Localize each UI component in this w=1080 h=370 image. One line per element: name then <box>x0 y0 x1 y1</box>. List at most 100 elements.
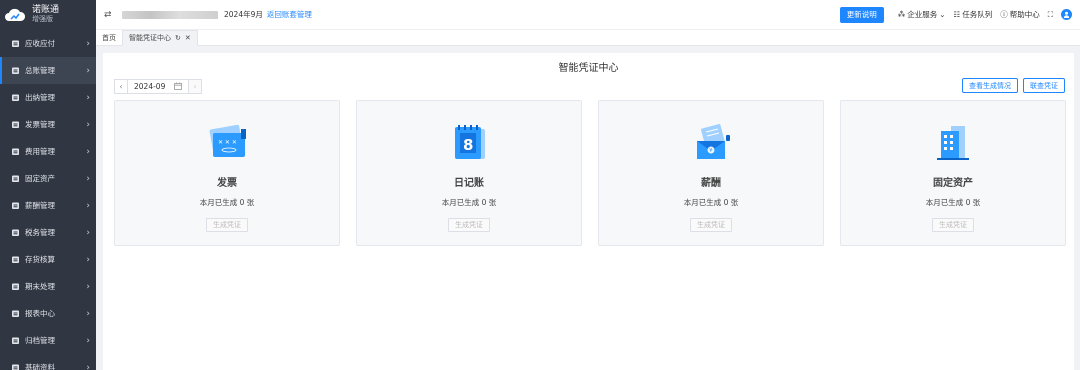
basic-data-icon <box>10 363 20 370</box>
view-generation-status-button[interactable]: 查看生成情况 <box>962 78 1018 93</box>
tab-smart-voucher-center[interactable]: 智能凭证中心 ↻ ✕ <box>122 29 198 46</box>
update-notes-button[interactable]: 更新说明 <box>839 6 884 23</box>
sidebar-item-label: 归档管理 <box>25 336 55 345</box>
swap-icon[interactable]: ⇄ <box>104 10 114 20</box>
sidebar-item[interactable]: 出纳管理 › <box>0 84 96 111</box>
chevron-right-icon: › <box>86 281 90 292</box>
svg-text:8: 8 <box>463 136 473 154</box>
task-queue-label: 任务队列 <box>962 10 993 19</box>
card-title: 日记账 <box>454 178 484 189</box>
sidebar-item[interactable]: 归档管理 › <box>0 327 96 354</box>
card-title: 发票 <box>217 178 237 189</box>
chevron-right-icon: › <box>86 227 90 238</box>
sidebar-item-label: 应收应付 <box>25 39 55 48</box>
sidebar-item-label: 报表中心 <box>25 309 55 318</box>
tax-icon <box>10 228 20 238</box>
card-title: 固定资产 <box>933 178 973 189</box>
sidebar-item[interactable]: 期末处理 › <box>0 273 96 300</box>
task-list-icon: ☷ <box>953 10 961 19</box>
sidebar-item[interactable]: 固定资产 › <box>0 165 96 192</box>
chevron-right-icon: › <box>86 308 90 319</box>
generate-voucher-button[interactable]: 生成凭证 <box>206 218 248 232</box>
sidebar-item-label: 存货核算 <box>25 255 55 264</box>
chevron-right-icon: › <box>86 254 90 265</box>
chevron-down-icon: ⌄ <box>939 10 946 19</box>
svg-text:✕ ✕ ✕: ✕ ✕ ✕ <box>218 139 237 146</box>
current-period: 2024年9月 <box>224 10 263 19</box>
sidebar-item[interactable]: 费用管理 › <box>0 138 96 165</box>
help-center-label: 帮助中心 <box>1009 10 1040 19</box>
tab-home[interactable]: 首页 <box>96 30 122 46</box>
receivable-icon <box>10 39 20 49</box>
app-logo[interactable]: 诺账通 增强版 <box>0 0 96 30</box>
period-picker: ‹ 2024-09 › <box>114 79 202 94</box>
ledger-icon <box>10 66 20 76</box>
voucher-card-salary[interactable]: ¥ 薪酬 本月已生成 0 张 生成凭证 <box>598 100 824 246</box>
company-name-blurred <box>122 10 218 19</box>
prev-period-button[interactable]: ‹ <box>114 79 128 94</box>
sidebar-item-label: 费用管理 <box>25 147 55 156</box>
invoice-icon <box>10 120 20 130</box>
sidebar-item-label: 固定资产 <box>25 174 55 183</box>
sidebar-item-label: 薪酬管理 <box>25 201 55 210</box>
voucher-card-fixed-asset[interactable]: 固定资产 本月已生成 0 张 生成凭证 <box>840 100 1066 246</box>
card-title: 薪酬 <box>701 178 721 189</box>
next-period-button[interactable]: › <box>188 79 202 94</box>
task-queue-button[interactable]: ☷ 任务队列 <box>954 9 993 20</box>
user-icon <box>1063 11 1070 18</box>
link-voucher-button[interactable]: 联查凭证 <box>1023 78 1065 93</box>
top-bar: ⇄ 2024年9月 返回账套管理 更新说明 ⁂ 企业服务 ⌄ ☷ 任务队列 ⓘ … <box>96 0 1080 30</box>
refresh-icon[interactable]: ↻ <box>175 34 181 42</box>
journal-card-icon: 8 <box>447 123 491 163</box>
generate-voucher-button[interactable]: 生成凭证 <box>448 218 490 232</box>
generate-voucher-button[interactable]: 生成凭证 <box>690 218 732 232</box>
sidebar-item[interactable]: 薪酬管理 › <box>0 192 96 219</box>
page-title: 智能凭证中心 <box>558 63 619 74</box>
sidebar-item[interactable]: 税务管理 › <box>0 219 96 246</box>
sidebar-item[interactable]: 发票管理 › <box>0 111 96 138</box>
user-avatar[interactable] <box>1061 9 1072 20</box>
sidebar-item[interactable]: 应收应付 › <box>0 30 96 57</box>
sidebar-item[interactable]: 基础资料 › <box>0 354 96 370</box>
calendar-icon <box>174 82 182 92</box>
generate-voucher-button[interactable]: 生成凭证 <box>932 218 974 232</box>
chevron-right-icon: › <box>86 146 90 157</box>
sidebar-item-label: 期末处理 <box>25 282 55 291</box>
enterprise-service-menu[interactable]: ⁂ 企业服务 ⌄ <box>898 9 946 20</box>
close-icon[interactable]: ✕ <box>185 34 191 42</box>
cloud-logo-icon <box>4 8 26 22</box>
card-count: 本月已生成 0 张 <box>683 198 739 207</box>
tab-label: 首页 <box>102 33 116 42</box>
sidebar-item-label: 基础资料 <box>25 363 55 370</box>
card-count: 本月已生成 0 张 <box>925 198 981 207</box>
svg-text:¥: ¥ <box>709 148 712 154</box>
sidebar-item[interactable]: 报表中心 › <box>0 300 96 327</box>
app-edition: 增强版 <box>32 15 53 24</box>
back-to-account-sets-link[interactable]: 返回账套管理 <box>267 9 312 20</box>
voucher-source-cards: ✕ ✕ ✕ 发票 本月已生成 0 张 生成凭证 8 日记账 本月已生成 0 张 … <box>114 100 1066 246</box>
asset-icon <box>10 174 20 184</box>
sidebar-item[interactable]: 总账管理 › <box>0 57 96 84</box>
chevron-right-icon: › <box>86 173 90 184</box>
chevron-right-icon: › <box>86 200 90 211</box>
chevron-right-icon: › <box>86 65 90 76</box>
chevron-right-icon: › <box>86 119 90 130</box>
chevron-right-icon: › <box>86 335 90 346</box>
sidebar: 诺账通 增强版 应收应付 › 总账管理 › 出纳管理 › 发票管理 › 费用管理 › 固定资产 › 薪酬… <box>0 0 96 370</box>
invoice-card-icon: ✕ ✕ ✕ <box>205 123 249 163</box>
sidebar-item[interactable]: 存货核算 › <box>0 246 96 273</box>
inventory-icon <box>10 255 20 265</box>
voucher-card-invoice[interactable]: ✕ ✕ ✕ 发票 本月已生成 0 张 生成凭证 <box>114 100 340 246</box>
fullscreen-icon[interactable]: ⛶ <box>1048 10 1053 20</box>
salary-icon <box>10 201 20 211</box>
period-end-icon <box>10 282 20 292</box>
grid-icon: ⁂ <box>897 10 906 19</box>
help-center-button[interactable]: ⓘ 帮助中心 <box>1000 9 1040 20</box>
sidebar-item-label: 税务管理 <box>25 228 55 237</box>
chevron-right-icon: › <box>86 92 90 103</box>
fixed-asset-card-icon <box>931 123 975 163</box>
chevron-right-icon: › <box>86 38 90 49</box>
voucher-card-journal[interactable]: 8 日记账 本月已生成 0 张 生成凭证 <box>356 100 582 246</box>
chevron-right-icon: › <box>86 362 90 370</box>
period-select[interactable]: 2024-09 <box>128 79 188 94</box>
